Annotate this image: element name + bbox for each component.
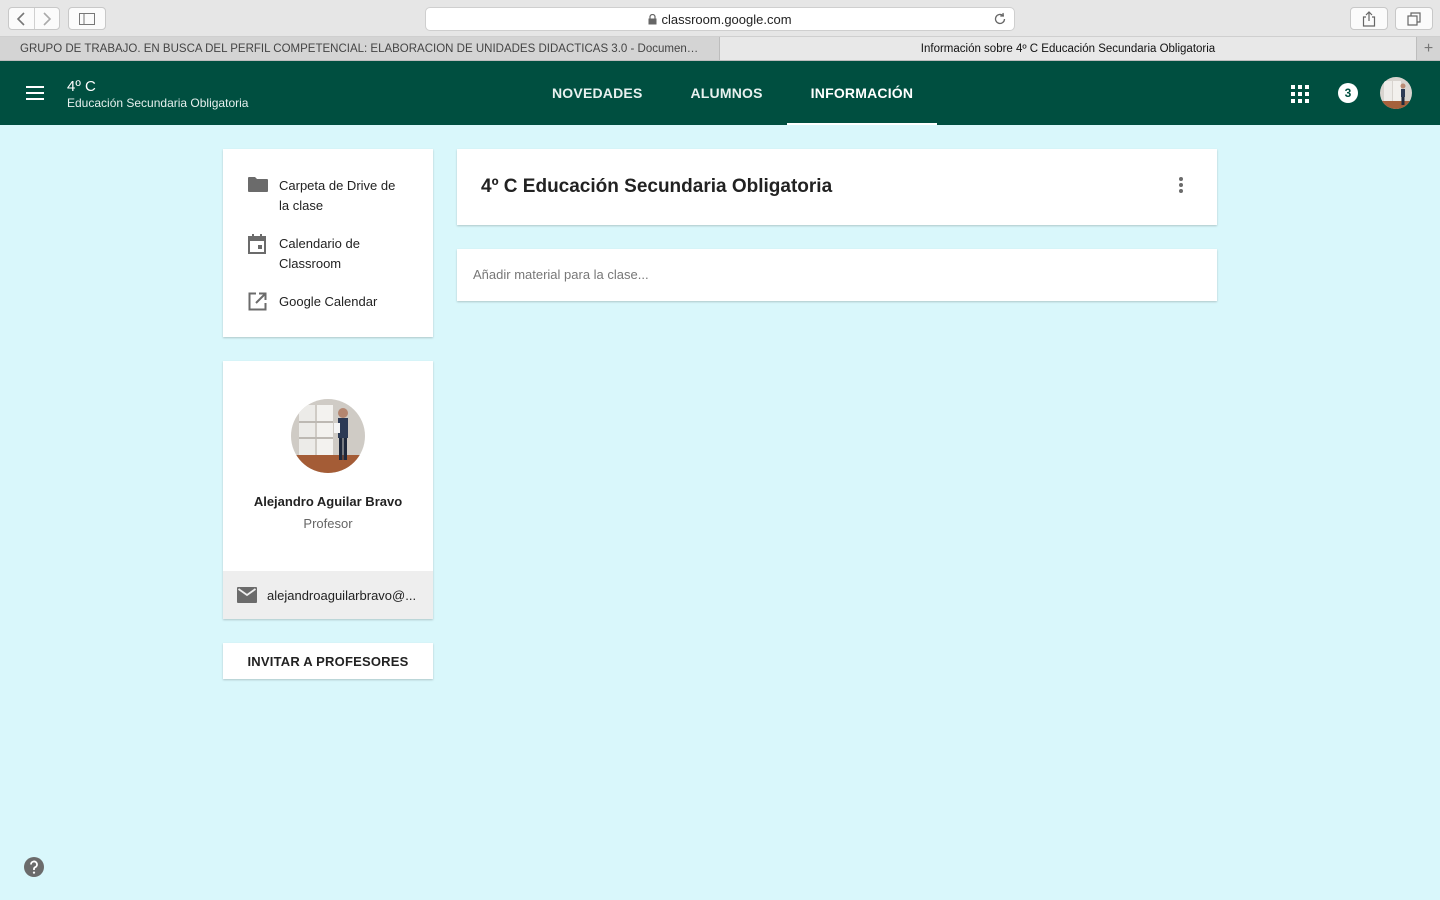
class-tabs: NOVEDADES ALUMNOS INFORMACIÓN — [528, 61, 937, 125]
url-text: classroom.google.com — [661, 11, 792, 27]
reload-icon[interactable] — [993, 12, 1007, 26]
app-bar: 4º C Educación Secundaria Obligatoria NO… — [0, 61, 1440, 125]
tabs-icon — [1407, 11, 1421, 26]
browser-toolbar: classroom.google.com — [0, 0, 1440, 37]
show-tabs-button[interactable] — [1395, 7, 1433, 30]
more-vert-icon[interactable] — [1173, 175, 1189, 195]
folder-icon — [248, 177, 268, 192]
teacher-card: Alejandro Aguilar Bravo Profesor alejand… — [223, 361, 433, 619]
chevron-left-icon — [17, 11, 25, 26]
plus-icon: + — [1423, 39, 1434, 57]
browser-tab-title: GRUPO DE TRABAJO. EN BUSCA DEL PERFIL CO… — [20, 42, 699, 55]
back-button[interactable] — [9, 8, 34, 29]
class-section: Educación Secundaria Obligatoria — [67, 96, 249, 110]
account-avatar[interactable] — [1380, 77, 1412, 109]
address-bar[interactable]: classroom.google.com — [425, 7, 1015, 31]
avatar-photo-icon — [1380, 77, 1412, 109]
drive-folder-link[interactable]: Carpeta de Drive de la clase — [248, 176, 409, 216]
google-calendar-link[interactable]: Google Calendar — [248, 292, 409, 316]
class-links-card: Carpeta de Drive de la clase Calendario … — [223, 149, 433, 337]
class-header-card: 4º C Educación Secundaria Obligatoria — [457, 149, 1217, 225]
classroom-calendar-label: Calendario de Classroom — [279, 236, 360, 271]
teacher-photo-icon — [291, 399, 365, 473]
browser-tab-classroom[interactable]: Información sobre 4º C Educación Secunda… — [720, 37, 1416, 60]
browser-tab-docs[interactable]: GRUPO DE TRABAJO. EN BUSCA DEL PERFIL CO… — [0, 37, 720, 60]
apps-grid-icon[interactable] — [1291, 85, 1309, 103]
history-nav — [8, 7, 60, 30]
teacher-email-row[interactable]: alejandroaguilarbravo@... — [223, 571, 433, 619]
teacher-role: Profesor — [303, 516, 353, 531]
class-name[interactable]: 4º C — [67, 78, 96, 95]
tab-novedades[interactable]: NOVEDADES — [528, 61, 666, 125]
tab-alumnos[interactable]: ALUMNOS — [666, 61, 786, 125]
new-tab-button[interactable]: + — [1416, 37, 1440, 60]
teacher-email: alejandroaguilarbravo@... — [267, 587, 417, 603]
page-title: 4º C Educación Secundaria Obligatoria — [481, 176, 833, 197]
share-icon — [1362, 10, 1376, 27]
invite-teachers-button[interactable]: INVITAR A PROFESORES — [223, 643, 433, 679]
browser-tab-strip: GRUPO DE TRABAJO. EN BUSCA DEL PERFIL CO… — [0, 37, 1440, 61]
mail-icon — [237, 587, 257, 603]
chevron-right-icon — [43, 11, 51, 26]
add-material-input[interactable]: Añadir material para la clase... — [457, 249, 1217, 301]
google-calendar-label: Google Calendar — [279, 294, 378, 309]
sidebar-icon — [79, 12, 95, 25]
menu-icon[interactable] — [26, 86, 44, 100]
teacher-avatar — [291, 399, 365, 473]
help-icon[interactable] — [23, 856, 45, 878]
add-material-placeholder: Añadir material para la clase... — [473, 267, 649, 282]
forward-button[interactable] — [33, 8, 60, 29]
classroom-calendar-link[interactable]: Calendario de Classroom — [248, 234, 409, 274]
calendar-icon — [248, 234, 266, 254]
notifications-badge[interactable]: 3 — [1338, 83, 1358, 103]
sidebar-toggle-button[interactable] — [68, 7, 106, 30]
teacher-name: Alejandro Aguilar Bravo — [253, 494, 403, 509]
share-button[interactable] — [1350, 7, 1388, 30]
tab-informacion[interactable]: INFORMACIÓN — [786, 61, 938, 125]
drive-folder-label: Carpeta de Drive de la clase — [279, 178, 396, 213]
open-external-icon — [248, 292, 267, 311]
lock-icon — [648, 13, 657, 24]
browser-tab-title: Información sobre 4º C Educación Secunda… — [920, 42, 1216, 55]
